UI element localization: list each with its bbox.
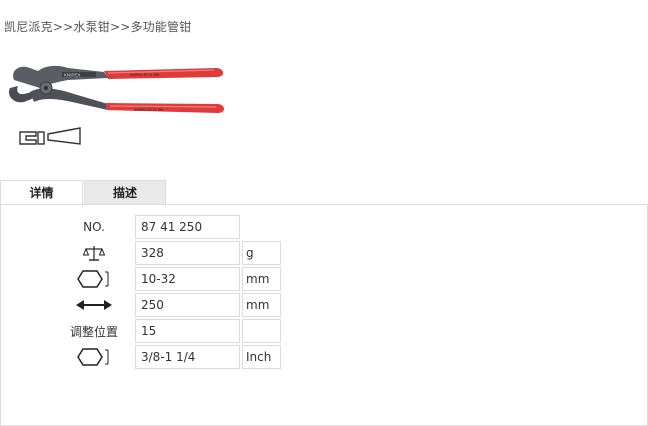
weight-value: 328	[135, 241, 240, 265]
table-row: 250 mm	[55, 293, 281, 317]
adjust-positions-unit	[242, 319, 281, 343]
adjust-positions-value: 15	[135, 319, 240, 343]
svg-text:KNIPEX 87 41 250: KNIPEX 87 41 250	[130, 73, 159, 77]
table-row: 328 g	[55, 241, 281, 265]
jaw-profile-icon	[19, 127, 81, 145]
hex-nut-icon	[77, 348, 109, 366]
breadcrumb-separator: >>	[52, 20, 74, 34]
breadcrumb-item-category[interactable]: 水泵钳	[73, 20, 110, 34]
table-row: 3/8-1 1/4 Inch	[55, 345, 281, 369]
length-value: 250	[135, 293, 240, 317]
pipe-capacity-unit: Inch	[242, 345, 281, 369]
details-panel: NO. 87 41 250 328 g 10-32 mm 250 mm 调整位置…	[0, 204, 648, 426]
double-arrow-icon	[76, 300, 112, 310]
spec-table: NO. 87 41 250 328 g 10-32 mm 250 mm 调整位置…	[53, 213, 283, 371]
tab-description[interactable]: 描述	[84, 180, 166, 205]
breadcrumb-item-product[interactable]: 多功能管钳	[130, 20, 191, 34]
breadcrumb-item-brand[interactable]: 凯尼派克	[4, 20, 53, 34]
pipe-capacity-value: 3/8-1 1/4	[135, 345, 240, 369]
weight-unit: g	[242, 241, 281, 265]
capacity-value: 10-32	[135, 267, 240, 291]
brand-imprint: KNIPEX	[64, 73, 81, 78]
adjust-positions-label: 调整位置	[69, 324, 118, 339]
pliers-image: KNIPEX KNIPEX 87 41 250 KNIPEX 87 41 250	[8, 65, 224, 113]
breadcrumb-separator: >>	[109, 20, 131, 34]
table-row: 调整位置 15	[55, 319, 281, 343]
table-row: 10-32 mm	[55, 267, 281, 291]
breadcrumb: 凯尼派克>>水泵钳>>多功能管钳	[4, 18, 191, 35]
table-row: NO. 87 41 250	[55, 215, 281, 239]
article-number-value: 87 41 250	[135, 215, 240, 239]
capacity-unit: mm	[242, 267, 281, 291]
tab-details[interactable]: 详情	[0, 180, 83, 206]
length-unit: mm	[242, 293, 281, 317]
scale-icon	[83, 246, 105, 261]
hex-nut-icon	[77, 270, 109, 288]
svg-text:KNIPEX 87 41 250: KNIPEX 87 41 250	[134, 108, 163, 112]
tab-bar: 详情 描述	[0, 180, 648, 206]
article-number-label: NO.	[83, 220, 105, 234]
